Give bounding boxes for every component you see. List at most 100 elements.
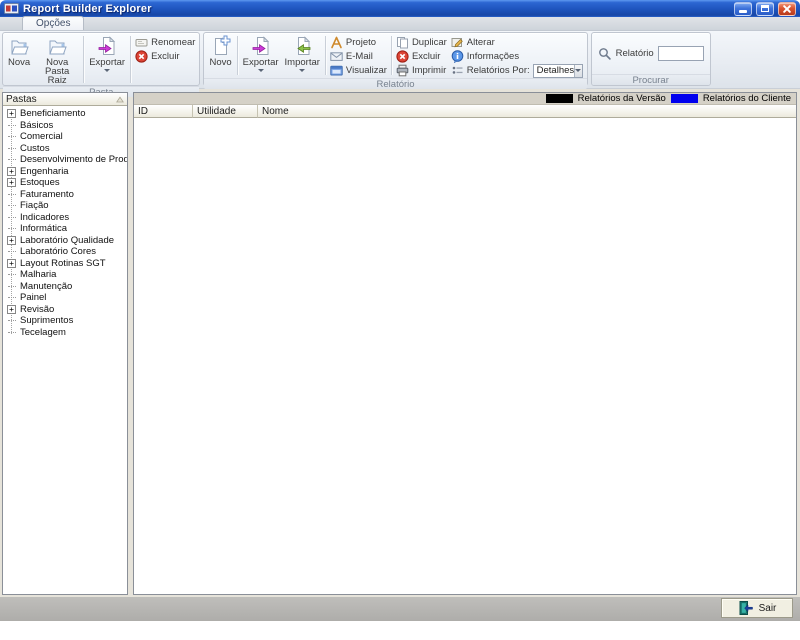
tree-item[interactable]: Tecelagem — [3, 327, 127, 339]
ribbon-tab-row: Opções — [0, 16, 800, 31]
duplicar-label: Duplicar — [411, 37, 447, 48]
tree-item-label: Painel — [20, 292, 47, 304]
import-document-icon — [297, 36, 311, 55]
relatorio-small-col-2: Duplicar Excluir Imprimir — [394, 34, 449, 77]
tree-item-label: Laboratório Qualidade — [20, 234, 115, 246]
dropdown-arrow-icon — [299, 69, 306, 72]
tree-branch-dash — [8, 274, 16, 276]
tree-item[interactable]: Desenvolvimento de Produtos — [3, 154, 127, 166]
projeto-button[interactable]: Projeto — [328, 36, 389, 49]
tree-item[interactable]: Malharia — [3, 269, 127, 281]
tree-branch-dash — [8, 136, 16, 138]
combo-dropdown-button[interactable] — [574, 64, 582, 77]
minimize-button[interactable] — [734, 1, 752, 16]
tree-item[interactable]: Suprimentos — [3, 315, 127, 327]
tree-item[interactable]: Painel — [3, 292, 127, 304]
tree-item[interactable]: Laboratório Cores — [3, 246, 127, 258]
renomear-button[interactable]: Renomear — [133, 36, 197, 49]
renomear-label: Renomear — [151, 37, 196, 48]
app-window: Report Builder Explorer Opções Nova Nova… — [0, 0, 800, 621]
tree-item[interactable]: Informática — [3, 223, 127, 235]
ribbon-group-procurar: Relatório Procurar — [590, 32, 711, 86]
tree-item[interactable]: + Layout Rotinas SGT — [3, 258, 127, 270]
tree-item[interactable]: Faturamento — [3, 189, 127, 201]
separator — [324, 36, 326, 75]
rename-icon — [135, 39, 148, 47]
email-label: E-Mail — [345, 51, 373, 62]
tree-item[interactable]: Fiação — [3, 200, 127, 212]
tree-item[interactable]: Indicadores — [3, 212, 127, 224]
expand-plus-icon[interactable]: + — [7, 178, 16, 188]
edit-icon — [451, 38, 463, 48]
novo-label: Novo — [209, 57, 232, 68]
dropdown-arrow-icon — [104, 69, 111, 72]
nova-pasta-raiz-button[interactable]: Nova Pasta Raiz — [33, 34, 81, 85]
ribbon-group-relatorio: Novo Exportar Importar Projeto E-Mail Vi… — [203, 32, 588, 90]
email-button[interactable]: E-Mail — [328, 50, 389, 63]
tree-item[interactable]: + Laboratório Qualidade — [3, 235, 127, 247]
folder-icon — [49, 40, 67, 55]
informacoes-button[interactable]: Informações — [449, 50, 585, 63]
tree-item-label: Manutenção — [20, 280, 73, 292]
expand-plus-icon[interactable]: + — [7, 166, 16, 176]
sort-ascending-icon — [116, 95, 124, 102]
search-row: Relatório — [594, 46, 708, 61]
excluir-label: Excluir — [151, 51, 180, 62]
restore-button[interactable] — [756, 1, 774, 16]
tree-item[interactable]: Comercial — [3, 131, 127, 143]
folder-tree: + Beneficiamento Básicos Comercial Custos Des… — [3, 106, 127, 594]
tab-opcoes[interactable]: Opções — [22, 16, 85, 30]
statusbar: Sair — [0, 597, 800, 621]
expand-plus-icon[interactable]: + — [7, 258, 16, 268]
tree-item[interactable]: + Beneficiamento — [3, 108, 127, 120]
view-mode-icon — [452, 66, 463, 74]
tree-branch-dash — [8, 228, 16, 230]
column-header-utilidade[interactable]: Utilidade — [193, 105, 258, 118]
imprimir-button[interactable]: Imprimir — [394, 64, 449, 77]
excluir-pasta-button[interactable]: Excluir — [133, 50, 197, 63]
column-header-nome[interactable]: Nome — [258, 105, 796, 118]
tree-item[interactable]: Básicos — [3, 120, 127, 132]
sair-button[interactable]: Sair — [721, 598, 793, 618]
tree-branch-dash — [8, 147, 16, 149]
tree-item[interactable]: + Estoques — [3, 177, 127, 189]
importar-relatorio-button[interactable]: Importar — [282, 34, 323, 77]
tree-header-label: Pastas — [6, 93, 37, 105]
delete-icon — [396, 50, 409, 63]
tree-item[interactable]: + Engenharia — [3, 166, 127, 178]
column-header-id[interactable]: ID — [134, 105, 193, 118]
expand-plus-icon[interactable]: + — [7, 304, 16, 314]
pasta-group-body: Nova Nova Pasta Raiz Exportar Renomear E… — [3, 33, 199, 86]
search-input[interactable] — [657, 46, 704, 61]
relatorio-group-caption: Relatório — [204, 78, 587, 90]
alterar-button[interactable]: Alterar — [449, 36, 585, 49]
tree-item-label: Layout Rotinas SGT — [20, 257, 106, 269]
excluir-relatorio-button[interactable]: Excluir — [394, 50, 449, 63]
visualizar-button[interactable]: Visualizar — [328, 64, 389, 77]
exportar-pasta-button[interactable]: Exportar — [86, 34, 128, 85]
content-area: Pastas + Beneficiamento Básicos Comercial Cu… — [0, 90, 800, 597]
novo-relatorio-button[interactable]: Novo — [206, 34, 234, 77]
exportar-relatorio-button[interactable]: Exportar — [240, 34, 282, 77]
delete-icon — [135, 50, 148, 63]
tree-item[interactable]: Custos — [3, 143, 127, 155]
imprimir-label: Imprimir — [411, 65, 447, 76]
tree-header[interactable]: Pastas — [3, 93, 127, 106]
close-button[interactable] — [778, 1, 796, 16]
expand-plus-icon[interactable]: + — [7, 235, 16, 245]
detalhes-combobox[interactable]: Detalhes — [532, 63, 583, 78]
tree-item-label: Faturamento — [20, 188, 74, 200]
folder-icon — [11, 40, 29, 55]
tree-item[interactable]: Manutenção — [3, 281, 127, 293]
expand-plus-icon[interactable]: + — [7, 109, 16, 119]
tree-item-label: Básicos — [20, 119, 54, 131]
nova-pasta-button[interactable]: Nova — [5, 34, 33, 85]
window-title: Report Builder Explorer — [23, 2, 152, 15]
nova-label: Nova — [8, 57, 31, 68]
tree-item[interactable]: + Revisão — [3, 304, 127, 316]
minimize-icon — [739, 10, 747, 13]
relatorio-small-col-1: Projeto E-Mail Visualizar — [328, 34, 389, 77]
report-list-body[interactable] — [134, 118, 796, 594]
duplicar-button[interactable]: Duplicar — [394, 36, 449, 49]
procurar-group-body: Relatório — [592, 33, 710, 74]
